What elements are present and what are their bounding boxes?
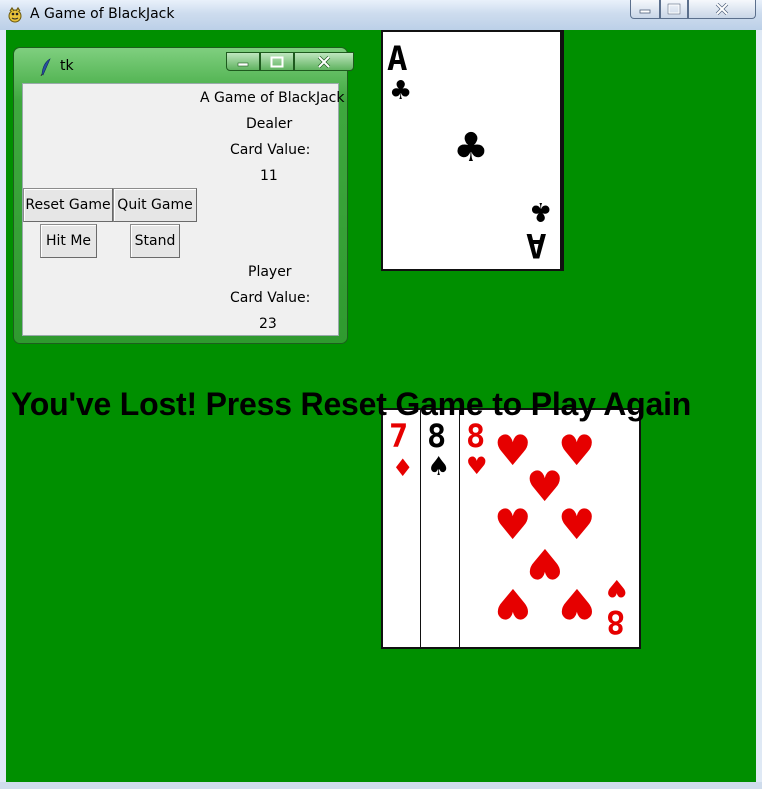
close-icon (715, 3, 729, 15)
heart-pip-icon: ♥ (526, 539, 564, 588)
maximize-icon (270, 56, 284, 67)
card-rank: A (387, 39, 408, 79)
card-rank: 8 (466, 417, 486, 455)
card-suit-clubs-icon-bottom: ♣ (529, 196, 553, 226)
minimize-icon (237, 62, 249, 66)
tk-window-title: tk (60, 58, 74, 74)
blackjack-main-window: A Game of BlackJack A ♣ ♣ ♣ A 7 ♦ 8 ♠ 8 … (0, 0, 762, 789)
game-result-message: You've Lost! Press Reset Game to Play Ag… (11, 386, 692, 422)
main-titlebar[interactable]: A Game of BlackJack (0, 0, 762, 30)
main-window-title: A Game of BlackJack (30, 6, 175, 22)
quit-game-button[interactable]: Quit Game (113, 188, 197, 222)
tk-feather-icon (40, 58, 51, 76)
tk-window-controls (226, 52, 354, 71)
card-rank: 8 (427, 417, 447, 455)
hit-me-button[interactable]: Hit Me (40, 224, 97, 258)
card-suit-clubs-icon: ♣ (389, 76, 413, 106)
card-suit-hearts-icon-bottom: ♥ (606, 574, 628, 602)
player-card-8-hearts: 8 ♥ ♥ ♥ ♥ ♥ ♥ ♥ ♥ ♥ ♥ 8 (459, 408, 641, 649)
heart-pip-icon: ♥ (494, 579, 532, 628)
heading-label: A Game of BlackJack (200, 90, 345, 106)
pygame-snake-icon (8, 6, 22, 23)
card-rank-bottom: A (526, 225, 547, 265)
tk-client-area: A Game of BlackJack Dealer Card Value: 1… (22, 83, 345, 336)
main-window-controls (630, 0, 756, 21)
maximize-button[interactable] (660, 0, 688, 19)
card-center-suit-clubs-icon: ♣ (453, 125, 489, 171)
dealer-card-ace-clubs: A ♣ ♣ ♣ A (381, 30, 564, 271)
close-icon (317, 55, 331, 68)
heart-pip-icon: ♥ (558, 579, 596, 628)
player-card-value-label: Card Value: (230, 290, 311, 306)
tk-close-button[interactable] (294, 52, 354, 71)
stand-button[interactable]: Stand (130, 224, 180, 258)
tk-maximize-button[interactable] (260, 52, 294, 71)
minimize-button[interactable] (630, 0, 660, 19)
close-button[interactable] (688, 0, 756, 19)
card-suit-hearts-icon: ♥ (466, 452, 488, 480)
maximize-icon (667, 3, 681, 15)
tk-minimize-button[interactable] (226, 52, 260, 71)
card-suit-spades-icon: ♠ (427, 452, 451, 482)
card-rank-bottom: 8 (606, 603, 626, 641)
dealer-card-value-label: Card Value: (230, 142, 311, 158)
card-rank: 7 (389, 417, 409, 455)
player-label: Player (248, 264, 292, 280)
card-suit-diamonds-icon: ♦ (392, 454, 414, 482)
dealer-label: Dealer (246, 116, 293, 132)
window-bottom-border (0, 782, 762, 789)
dealer-card-value: 11 (260, 168, 278, 184)
minimize-icon (639, 9, 651, 14)
tk-control-window: tk A Game of BlackJack Dealer Card Value… (14, 48, 354, 343)
player-card-value: 23 (259, 316, 277, 332)
reset-game-button[interactable]: Reset Game (23, 188, 113, 222)
